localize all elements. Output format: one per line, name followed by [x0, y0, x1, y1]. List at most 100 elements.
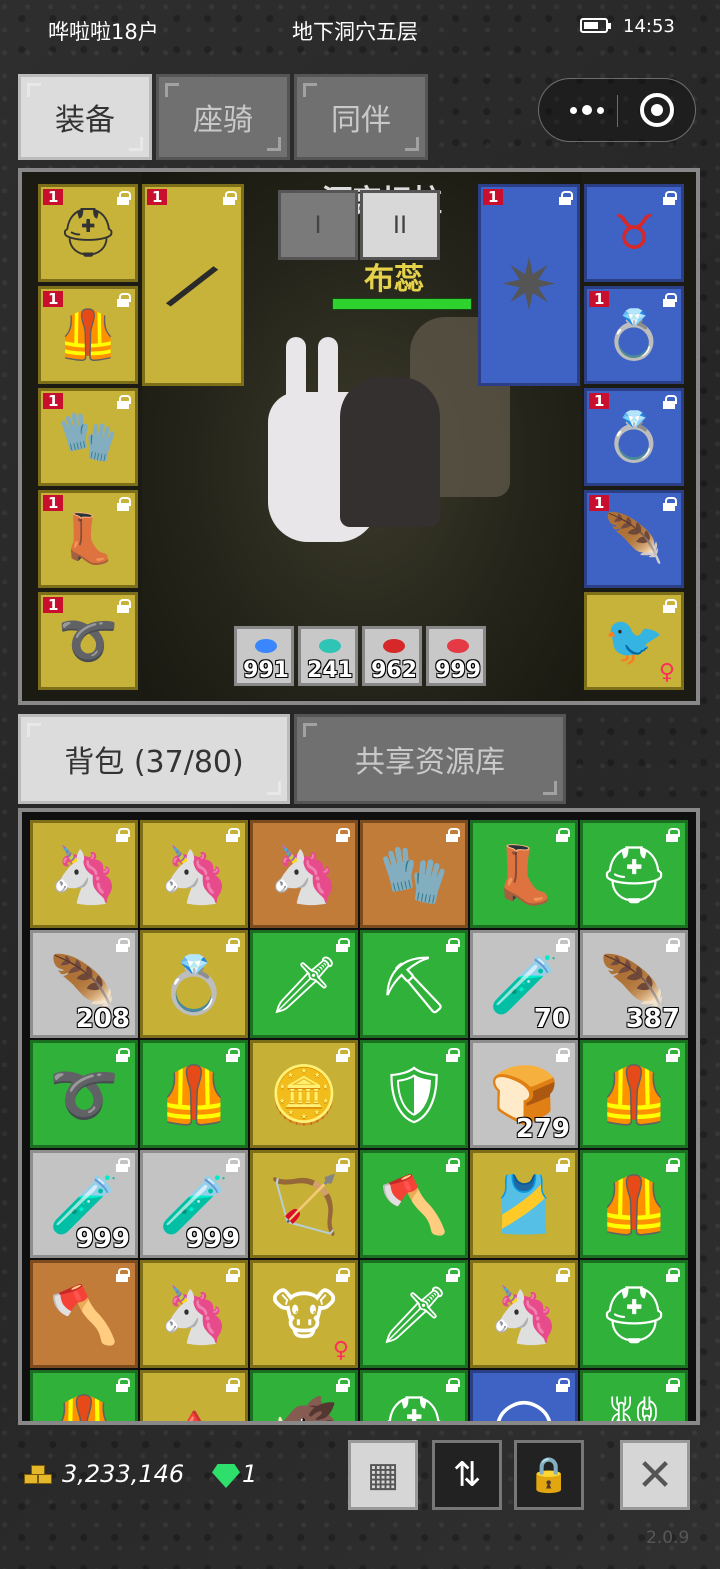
- miniprogram-capsule: [538, 78, 696, 142]
- lock-icon: [665, 1158, 680, 1172]
- tab-mount[interactable]: 座骑: [156, 74, 290, 160]
- helmet-icon: ⛑: [378, 1398, 449, 1421]
- inventory-item[interactable]: ◯: [470, 1370, 578, 1421]
- blue-feather-icon: [255, 639, 277, 653]
- sort-button[interactable]: ⇅: [432, 1440, 502, 1510]
- inventory-item[interactable]: 🏹: [250, 1150, 358, 1258]
- lock-button[interactable]: 🔒: [514, 1440, 584, 1510]
- inventory-item[interactable]: 🧪 999: [30, 1150, 138, 1258]
- inventory-item[interactable]: 🧤: [360, 820, 468, 928]
- lock-icon: [116, 599, 131, 613]
- lock-icon: [115, 1048, 130, 1062]
- page-two-button[interactable]: II: [360, 190, 440, 260]
- item-count: 387: [625, 1004, 680, 1034]
- inventory-item[interactable]: ➰: [30, 1040, 138, 1148]
- ring-slot-2[interactable]: 1 💍: [584, 388, 684, 486]
- level-badge: 1: [43, 597, 64, 613]
- inventory-item[interactable]: 🦄: [140, 1260, 248, 1368]
- inventory-item[interactable]: ⛑: [360, 1370, 468, 1421]
- sort-icon: ⇅: [452, 1455, 482, 1495]
- offhand-slot[interactable]: 1 ✷: [478, 184, 580, 386]
- inventory-item[interactable]: 🛡: [360, 1040, 468, 1148]
- necklace-slot[interactable]: ♉: [584, 184, 684, 282]
- tab-label: 同伴: [331, 103, 391, 138]
- inventory-item[interactable]: 🗡: [250, 930, 358, 1038]
- inventory-item[interactable]: 🦺: [580, 1150, 688, 1258]
- weapon-slot[interactable]: 1 /: [142, 184, 244, 386]
- inventory-item[interactable]: ⛑: [580, 1260, 688, 1368]
- item-count: 70: [533, 1004, 570, 1034]
- lock-icon: [555, 1158, 570, 1172]
- inventory-item[interactable]: 🦄: [30, 820, 138, 928]
- inventory-item[interactable]: 🦄: [250, 820, 358, 928]
- inventory-item[interactable]: 🦺: [580, 1040, 688, 1148]
- helmet-icon: ⛑: [598, 843, 670, 909]
- inventory-item[interactable]: ⛑: [580, 820, 688, 928]
- gem-icon: [212, 1464, 240, 1488]
- ring-slot-1[interactable]: 1 💍: [584, 286, 684, 384]
- lock-icon: [665, 1378, 680, 1392]
- belt-slot[interactable]: 1 ➰: [38, 592, 138, 690]
- inventory-item[interactable]: 🪶 387: [580, 930, 688, 1038]
- inventory-item[interactable]: 🪓: [360, 1150, 468, 1258]
- inventory-item[interactable]: 🪶 208: [30, 930, 138, 1038]
- inventory-item[interactable]: 🪙: [250, 1040, 358, 1148]
- location-title: 地下洞穴五层: [292, 20, 418, 44]
- consumable-slot[interactable]: 241: [298, 626, 358, 686]
- more-icon[interactable]: [559, 93, 615, 127]
- inventory-item[interactable]: 🔺: [140, 1370, 248, 1421]
- consumable-slot[interactable]: 991: [234, 626, 294, 686]
- beast-icon: 🐗: [269, 1398, 339, 1421]
- close-miniprogram-icon[interactable]: [640, 93, 674, 127]
- tab-label: 共享资源库: [355, 745, 505, 780]
- pet-bird-icon: 🐦: [604, 613, 664, 669]
- lock-icon: [116, 497, 131, 511]
- consumable-slot[interactable]: 962: [362, 626, 422, 686]
- boots-slot[interactable]: 1 👢: [38, 490, 138, 588]
- inventory-item[interactable]: ⛏: [360, 930, 468, 1038]
- lock-icon: [225, 1378, 240, 1392]
- page-one-button[interactable]: I: [278, 190, 358, 260]
- lock-icon: [555, 1048, 570, 1062]
- wings-slot[interactable]: 1 🪶: [584, 490, 684, 588]
- inventory-item[interactable]: 🐗: [250, 1370, 358, 1421]
- close-button[interactable]: ✕: [620, 1440, 690, 1510]
- ring-icon: ◯: [493, 1398, 556, 1421]
- inventory-item[interactable]: 🧪 70: [470, 930, 578, 1038]
- inventory-item[interactable]: 🪓: [30, 1260, 138, 1368]
- tab-equipment[interactable]: 装备: [18, 74, 152, 160]
- inventory-item[interactable]: 🎽: [470, 1150, 578, 1258]
- inventory-item[interactable]: 🦄: [140, 820, 248, 928]
- tab-companion[interactable]: 同伴: [294, 74, 428, 160]
- level-badge: 1: [43, 393, 64, 409]
- inventory-item[interactable]: 🗡: [360, 1260, 468, 1368]
- level-badge: 1: [589, 393, 610, 409]
- inventory-item[interactable]: 👢: [470, 820, 578, 928]
- inventory-item[interactable]: ⛓: [580, 1370, 688, 1421]
- inventory-item[interactable]: 🐮 ♀: [250, 1260, 358, 1368]
- inventory-item[interactable]: 🍞 279: [470, 1040, 578, 1148]
- lock-icon: [335, 1048, 350, 1062]
- lock-icon: [115, 938, 130, 952]
- inventory-item[interactable]: 🧪 999: [140, 1150, 248, 1258]
- inventory-item[interactable]: 🦺: [30, 1370, 138, 1421]
- inventory-item[interactable]: 💍: [140, 930, 248, 1038]
- lock-icon: [665, 1268, 680, 1282]
- boots-icon: 👢: [489, 843, 559, 909]
- gauntlet-slot[interactable]: 1 🧤: [38, 388, 138, 486]
- grid-view-button[interactable]: ▦: [348, 1440, 418, 1510]
- armor-slot[interactable]: 1 🦺: [38, 286, 138, 384]
- red-feather-icon: [447, 639, 469, 653]
- helmet-slot[interactable]: 1 ⛑: [38, 184, 138, 282]
- inventory-item[interactable]: 🦄: [470, 1260, 578, 1368]
- lock-icon: [555, 938, 570, 952]
- battery-icon: [580, 18, 611, 33]
- inventory-item[interactable]: 🦺: [140, 1040, 248, 1148]
- belt-icon: ➰: [49, 1063, 119, 1129]
- wings-icon: 🪶: [604, 511, 664, 567]
- pet-slot[interactable]: 🐦 ♀: [584, 592, 684, 690]
- tab-shared-storage[interactable]: 共享资源库: [294, 714, 566, 804]
- close-icon: ✕: [636, 1449, 674, 1501]
- consumable-slot[interactable]: 999: [426, 626, 486, 686]
- tab-backpack[interactable]: 背包 (37/80): [18, 714, 290, 804]
